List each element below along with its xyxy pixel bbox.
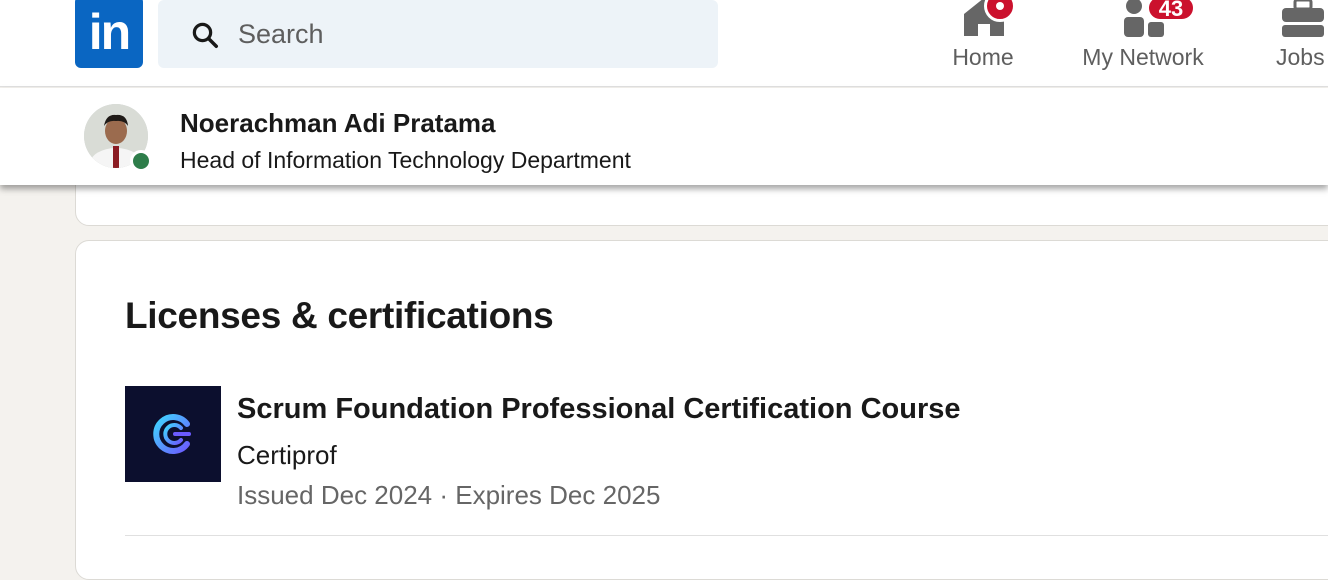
search-icon — [192, 22, 218, 48]
nav-jobs[interactable]: Jobs — [1268, 0, 1328, 87]
nav-home-label: Home — [952, 44, 1014, 70]
certiprof-logo[interactable] — [125, 386, 221, 482]
profile-name[interactable]: Noerachman Adi Pratama — [180, 108, 495, 139]
search-input[interactable] — [238, 14, 698, 54]
licenses-certifications-card: Licenses & certifications Scrum Foundati… — [75, 240, 1328, 580]
list-divider — [125, 535, 1328, 536]
network-badge: 43 — [1146, 0, 1196, 22]
certification-issuer: Certiprof — [237, 440, 337, 470]
top-navigation: in Home 43 My Network Jobs — [0, 0, 1328, 87]
nav-my-network-label: My Network — [1082, 44, 1204, 70]
sticky-profile-header: Noerachman Adi Pratama Head of Informati… — [0, 88, 1328, 185]
certiprof-logo-mark — [153, 414, 191, 454]
search-bar[interactable] — [158, 0, 718, 68]
nav-jobs-label: Jobs — [1276, 44, 1325, 70]
profile-headline: Head of Information Technology Departmen… — [180, 147, 631, 173]
certification-title[interactable]: Scrum Foundation Professional Certificat… — [237, 393, 961, 426]
section-title: Licenses & certifications — [125, 295, 554, 336]
certification-dates: Issued Dec 2024 · Expires Dec 2025 — [237, 480, 661, 510]
online-status-indicator — [130, 150, 152, 172]
nav-home[interactable]: Home — [944, 0, 1022, 87]
linkedin-logo[interactable]: in — [75, 0, 143, 68]
briefcase-icon — [1282, 0, 1324, 37]
nav-my-network[interactable]: 43 My Network — [1070, 0, 1216, 87]
